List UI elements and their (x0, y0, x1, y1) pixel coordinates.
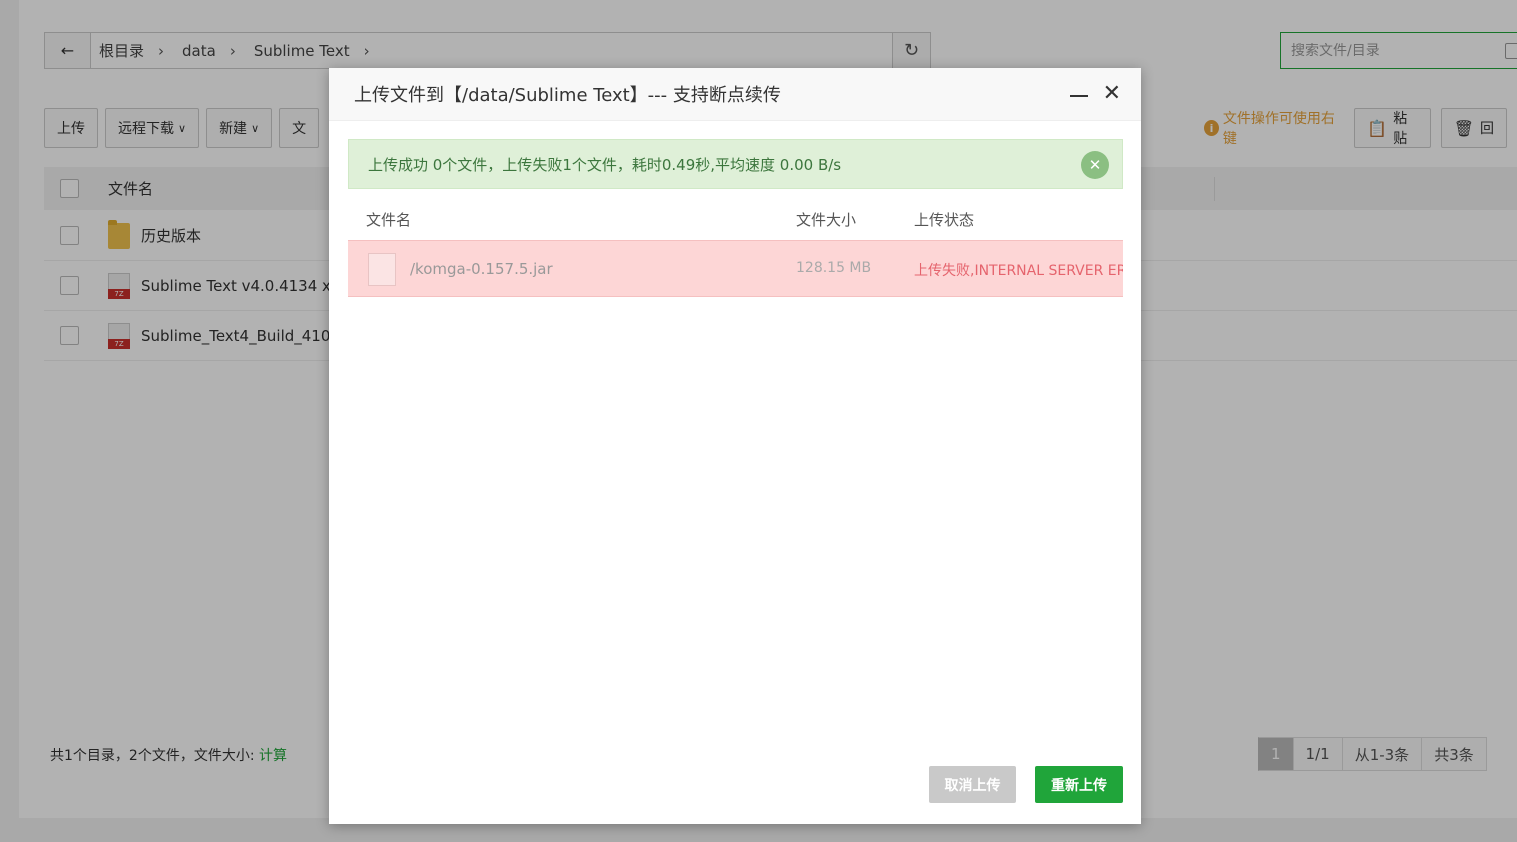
upload-file-row: /komga-0.157.5.jar 128.15 MB 上传失败,INTERN… (348, 240, 1123, 297)
column-header-size: 文件大小 (796, 210, 857, 229)
upload-file-name: /komga-0.157.5.jar (410, 260, 553, 278)
cancel-upload-button[interactable]: 取消上传 (929, 766, 1016, 803)
upload-result-alert: 上传成功 0个文件，上传失败1个文件，耗时0.49秒,平均速度 0.00 B/s… (348, 139, 1123, 189)
retry-upload-button[interactable]: 重新上传 (1035, 766, 1123, 803)
column-header-filename: 文件名 (366, 210, 412, 229)
file-icon (368, 253, 396, 286)
upload-dialog: 上传文件到【/data/Sublime Text】--- 支持断点续传 ✕ 上传… (329, 68, 1141, 824)
upload-file-size: 128.15 MB (796, 260, 872, 276)
dialog-title: 上传文件到【/data/Sublime Text】--- 支持断点续传 (354, 85, 781, 106)
column-header-status: 上传状态 (914, 210, 975, 229)
close-icon[interactable]: ✕ (1103, 82, 1121, 106)
alert-close-icon[interactable]: ✕ (1081, 151, 1109, 179)
upload-table-header: 文件名 文件大小 上传状态 (348, 199, 1123, 239)
dialog-title-bar: 上传文件到【/data/Sublime Text】--- 支持断点续传 ✕ (329, 68, 1141, 121)
minimize-icon[interactable] (1070, 95, 1088, 97)
upload-file-status: 上传失败,INTERNAL SERVER ERROR (914, 263, 1123, 279)
